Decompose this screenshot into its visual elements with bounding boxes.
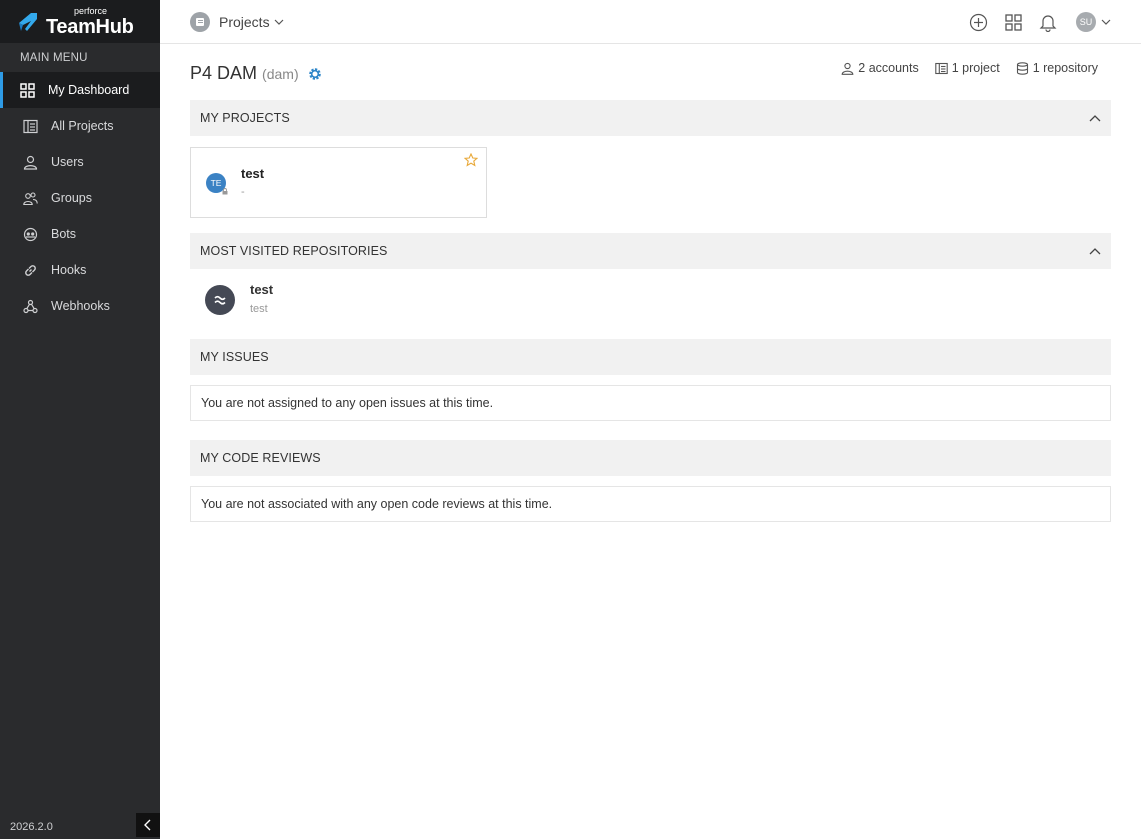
page-title: P4 DAM (dam): [190, 63, 322, 84]
chevron-up-icon: [1089, 248, 1101, 255]
issues-empty-message: You are not assigned to any open issues …: [190, 385, 1111, 421]
plus-circle-icon: [969, 13, 987, 31]
collapse-my-projects-button[interactable]: [1089, 114, 1101, 122]
collapse-repositories-button[interactable]: [1089, 247, 1101, 255]
link-icon: [23, 263, 38, 278]
reviews-empty-message: You are not associated with any open cod…: [190, 486, 1111, 522]
lock-icon: [222, 188, 228, 195]
sidebar: perforce TeamHub MAIN MENU My Dashboard …: [0, 0, 160, 839]
database-icon: [1016, 61, 1028, 75]
avatar-initials: SU: [1079, 17, 1093, 27]
star-icon[interactable]: [464, 153, 478, 167]
organization-key: (dam): [262, 66, 299, 82]
projects-icon: [190, 12, 210, 32]
webhook-icon: [23, 299, 38, 314]
section-title: MY ISSUES: [200, 350, 269, 364]
organization-name: P4 DAM: [190, 63, 258, 83]
sidebar-item-my-dashboard[interactable]: My Dashboard: [0, 72, 160, 108]
chevron-left-icon: [144, 819, 151, 831]
groups-icon: [23, 191, 38, 206]
sidebar-item-label: Users: [51, 155, 84, 169]
chevron-down-icon[interactable]: [1101, 18, 1111, 26]
project-card[interactable]: TE test -: [190, 147, 487, 218]
bell-icon: [1039, 14, 1057, 32]
notifications-button[interactable]: [1037, 11, 1059, 33]
top-bar: Projects SU: [160, 0, 1141, 44]
user-icon: [23, 155, 38, 170]
user-icon: [841, 62, 854, 75]
gear-icon[interactable]: [308, 67, 322, 81]
sidebar-item-all-projects[interactable]: All Projects: [0, 108, 160, 144]
repository-path: test: [250, 303, 268, 315]
projects-icon: [934, 62, 948, 74]
apps-grid-icon: [1004, 13, 1022, 31]
projects-stat[interactable]: 1 project: [934, 61, 1000, 75]
create-button[interactable]: [967, 11, 989, 33]
my-projects-header: MY PROJECTS: [190, 100, 1111, 136]
sidebar-item-label: Hooks: [51, 263, 87, 277]
apps-button[interactable]: [1002, 11, 1024, 33]
my-issues-header: MY ISSUES: [190, 339, 1111, 375]
repositories-header: MOST VISITED REPOSITORIES: [190, 233, 1111, 269]
main-menu-title: MAIN MENU: [20, 52, 88, 64]
section-title: MY CODE REVIEWS: [200, 451, 321, 465]
project-initials: TE: [210, 178, 222, 188]
projects-icon: [23, 119, 38, 134]
project-description: -: [241, 186, 245, 198]
sidebar-item-webhooks[interactable]: Webhooks: [0, 288, 160, 324]
project-name: test: [241, 166, 265, 181]
bot-icon: [23, 227, 38, 242]
accounts-count: 2 accounts: [858, 61, 919, 75]
version-label: 2026.2.0: [10, 821, 53, 833]
sidebar-item-label: Webhooks: [51, 299, 110, 313]
org-stats: 2 accounts 1 project 1 repository: [825, 61, 1098, 75]
header-actions: SU: [954, 11, 1111, 33]
sidebar-item-label: Groups: [51, 191, 92, 205]
accounts-stat[interactable]: 2 accounts: [841, 61, 919, 75]
collapse-sidebar-button[interactable]: [136, 813, 160, 837]
code-reviews-header: MY CODE REVIEWS: [190, 440, 1111, 476]
repositories-count: 1 repository: [1032, 61, 1098, 75]
dashboard-icon: [20, 82, 35, 98]
sidebar-item-groups[interactable]: Groups: [0, 180, 160, 216]
sidebar-item-label: All Projects: [51, 119, 114, 133]
repository-item[interactable]: test test: [190, 269, 1111, 339]
projects-dropdown[interactable]: Projects: [190, 12, 284, 32]
sidebar-item-hooks[interactable]: Hooks: [0, 252, 160, 288]
projects-count: 1 project: [951, 61, 1000, 75]
repositories-stat[interactable]: 1 repository: [1016, 61, 1098, 75]
brand-name: TeamHub: [46, 15, 134, 38]
chevron-down-icon: [274, 19, 284, 25]
brand-company: perforce: [74, 5, 108, 16]
section-title: MOST VISITED REPOSITORIES: [200, 244, 388, 258]
sidebar-item-label: My Dashboard: [48, 83, 130, 97]
repository-name: test: [250, 282, 274, 297]
sidebar-item-users[interactable]: Users: [0, 144, 160, 180]
sidebar-item-label: Bots: [51, 227, 77, 241]
teamhub-logo-icon: [19, 12, 37, 31]
chevron-up-icon: [1089, 115, 1101, 122]
repository-icon: [205, 285, 235, 315]
sidebar-item-bots[interactable]: Bots: [0, 216, 160, 252]
section-title: MY PROJECTS: [200, 111, 290, 125]
brand[interactable]: perforce TeamHub: [0, 0, 160, 43]
projects-dropdown-label: Projects: [219, 14, 270, 30]
main-content: P4 DAM (dam) 2 accounts 1 project 1 repo…: [190, 44, 1111, 522]
user-avatar[interactable]: SU: [1076, 12, 1096, 32]
title-row: P4 DAM (dam) 2 accounts 1 project 1 repo…: [190, 44, 1111, 100]
